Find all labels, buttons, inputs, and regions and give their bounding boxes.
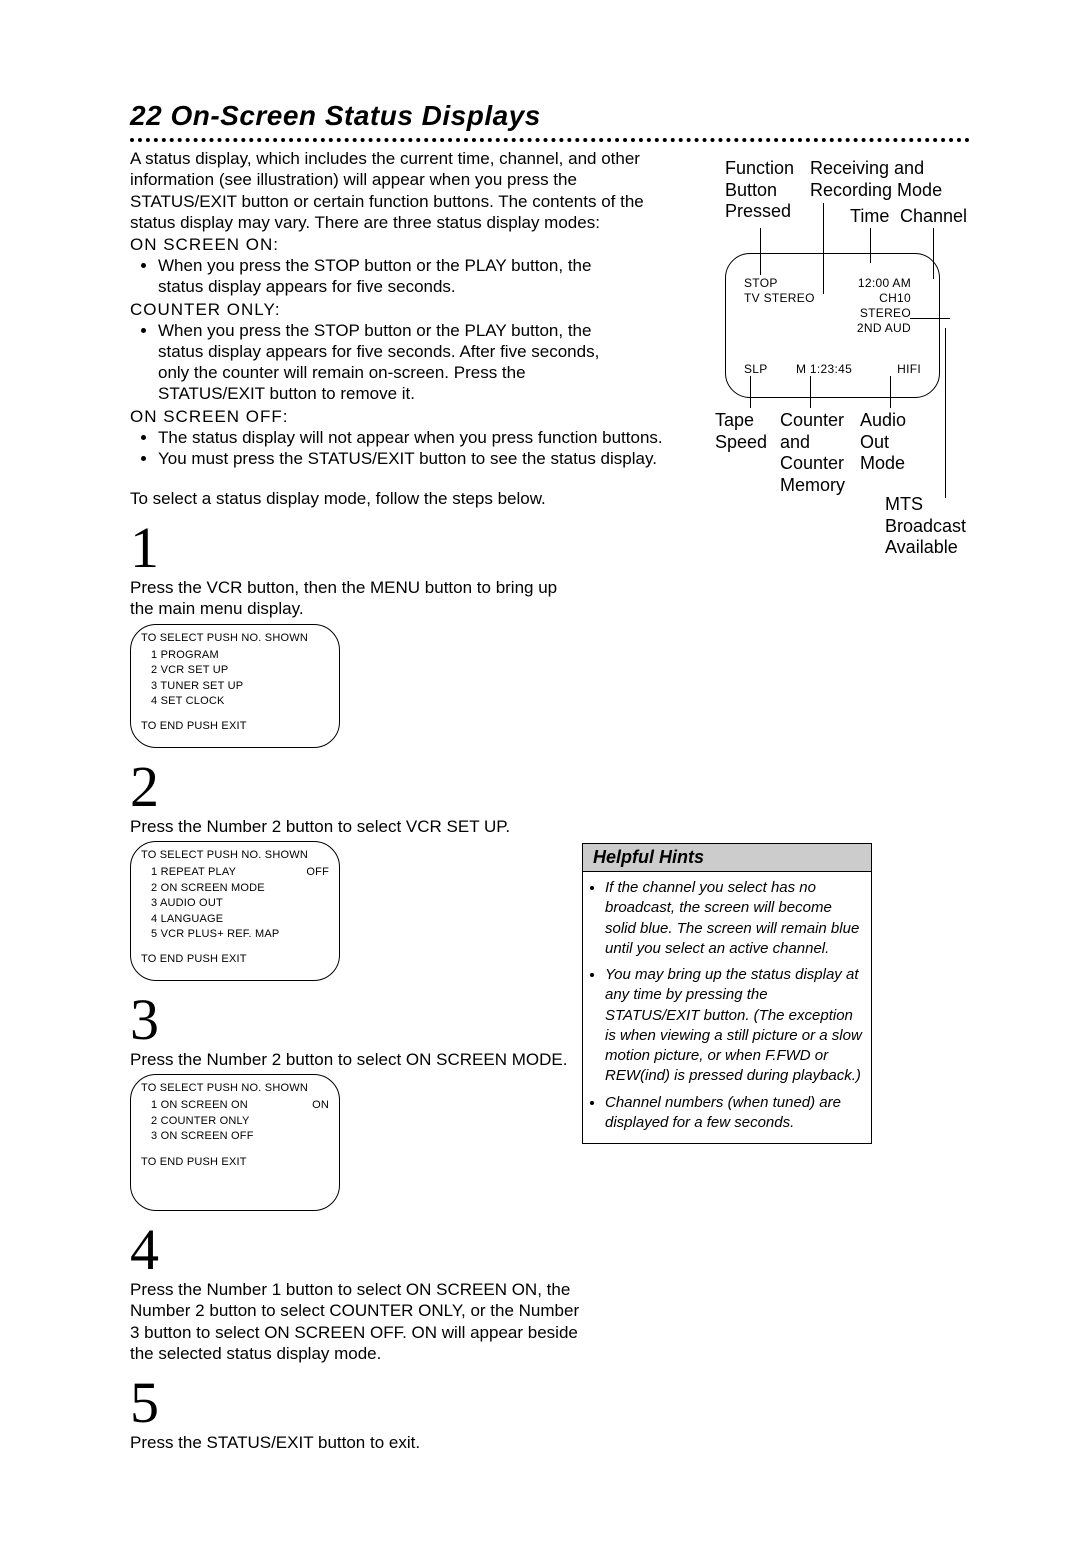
tv-slp: SLP <box>744 362 768 376</box>
annotation-function-button: Function Button Pressed <box>725 158 815 223</box>
osd-item: 2 COUNTER ONLY <box>151 1114 329 1129</box>
step-4-number: 4 <box>130 1221 970 1279</box>
annotation-channel: Channel <box>900 206 967 228</box>
step-4-text: Press the Number 1 button to select ON S… <box>130 1279 580 1364</box>
tv-screen-icon: STOP TV STEREO 12:00 AM CH10 STEREO 2ND … <box>725 253 940 398</box>
helpful-hints-list: If the channel you select has no broadca… <box>591 878 865 1133</box>
osd-item: 3 ON SCREEN OFF <box>151 1129 329 1144</box>
status-display-diagram: Function Button Pressed Receiving and Re… <box>600 148 980 648</box>
osd-item: 1 REPEAT PLAY <box>151 865 236 880</box>
step-1-osd: TO SELECT PUSH NO. SHOWN 1 PROGRAM 2 VCR… <box>130 624 340 748</box>
annotation-recording-mode: Receiving and Recording Mode <box>810 158 970 201</box>
step-2-number: 2 <box>130 758 970 816</box>
osd-item: 5 VCR PLUS+ REF. MAP <box>151 927 329 942</box>
helpful-hints-heading: Helpful Hints <box>583 844 871 872</box>
tv-channel: CH10 <box>879 291 911 305</box>
osd-footer: TO END PUSH EXIT <box>141 952 329 967</box>
step-2-osd: TO SELECT PUSH NO. SHOWN 1 REPEAT PLAY O… <box>130 841 340 981</box>
tv-tvstereo: TV STEREO <box>744 291 815 305</box>
osd-header: TO SELECT PUSH NO. SHOWN <box>141 848 329 863</box>
step-3-osd: TO SELECT PUSH NO. SHOWN 1 ON SCREEN ON … <box>130 1074 340 1211</box>
annotation-audio-out: Audio Out Mode <box>860 410 920 475</box>
hint-item: If the channel you select has no broadca… <box>605 878 865 959</box>
step-2-text: Press the Number 2 button to select VCR … <box>130 816 580 837</box>
tv-stop: STOP <box>744 276 778 290</box>
osd-item-status: OFF <box>306 865 329 880</box>
mode-counter-only-bullet: When you press the STOP button or the PL… <box>158 320 620 405</box>
osd-item: 2 VCR SET UP <box>151 663 329 678</box>
select-intro: To select a status display mode, follow … <box>130 489 600 509</box>
osd-header: TO SELECT PUSH NO. SHOWN <box>141 1081 329 1096</box>
mode-counter-only-list: When you press the STOP button or the PL… <box>140 320 620 405</box>
osd-item: 1 PROGRAM <box>151 648 329 663</box>
osd-item: 3 TUNER SET UP <box>151 679 329 694</box>
step-3-text: Press the Number 2 button to select ON S… <box>130 1049 580 1070</box>
osd-item: 1 ON SCREEN ON <box>151 1098 248 1113</box>
annotation-time: Time <box>850 206 889 228</box>
tv-counter: M 1:23:45 <box>796 362 852 376</box>
annotation-tape-speed: Tape Speed <box>715 410 775 453</box>
osd-header: TO SELECT PUSH NO. SHOWN <box>141 631 329 646</box>
mode-on-screen-on-list: When you press the STOP button or the PL… <box>140 255 620 298</box>
title-divider <box>130 138 970 142</box>
osd-footer: TO END PUSH EXIT <box>141 719 329 734</box>
tv-hifi: HIFI <box>897 362 921 376</box>
step-5-text: Press the STATUS/EXIT button to exit. <box>130 1432 580 1453</box>
intro-paragraph: A status display, which includes the cur… <box>130 148 660 233</box>
mode-on-screen-on-bullet: When you press the STOP button or the PL… <box>158 255 620 298</box>
step-1-text: Press the VCR button, then the MENU butt… <box>130 577 580 620</box>
annotation-mts: MTS Broadcast Available <box>885 494 985 559</box>
annotation-counter: Counter and Counter Memory <box>780 410 860 496</box>
osd-item: 3 AUDIO OUT <box>151 896 329 911</box>
step-5-number: 5 <box>130 1374 970 1432</box>
osd-item: 4 LANGUAGE <box>151 912 329 927</box>
tv-stereo: STEREO <box>860 306 911 320</box>
osd-item-status: ON <box>312 1098 329 1113</box>
helpful-hints-box: Helpful Hints If the channel you select … <box>582 843 872 1144</box>
tv-time: 12:00 AM <box>858 276 911 290</box>
page-number: 22 <box>130 100 162 131</box>
osd-item: 4 SET CLOCK <box>151 694 329 709</box>
title-text: On-Screen Status Displays <box>170 100 540 131</box>
page-title: 22 On-Screen Status Displays <box>130 100 970 132</box>
tv-2nd-aud: 2ND AUD <box>857 321 911 335</box>
hint-item: You may bring up the status display at a… <box>605 965 865 1087</box>
osd-item: 2 ON SCREEN MODE <box>151 881 329 896</box>
hint-item: Channel numbers (when tuned) are display… <box>605 1093 865 1134</box>
osd-footer: TO END PUSH EXIT <box>141 1155 329 1170</box>
